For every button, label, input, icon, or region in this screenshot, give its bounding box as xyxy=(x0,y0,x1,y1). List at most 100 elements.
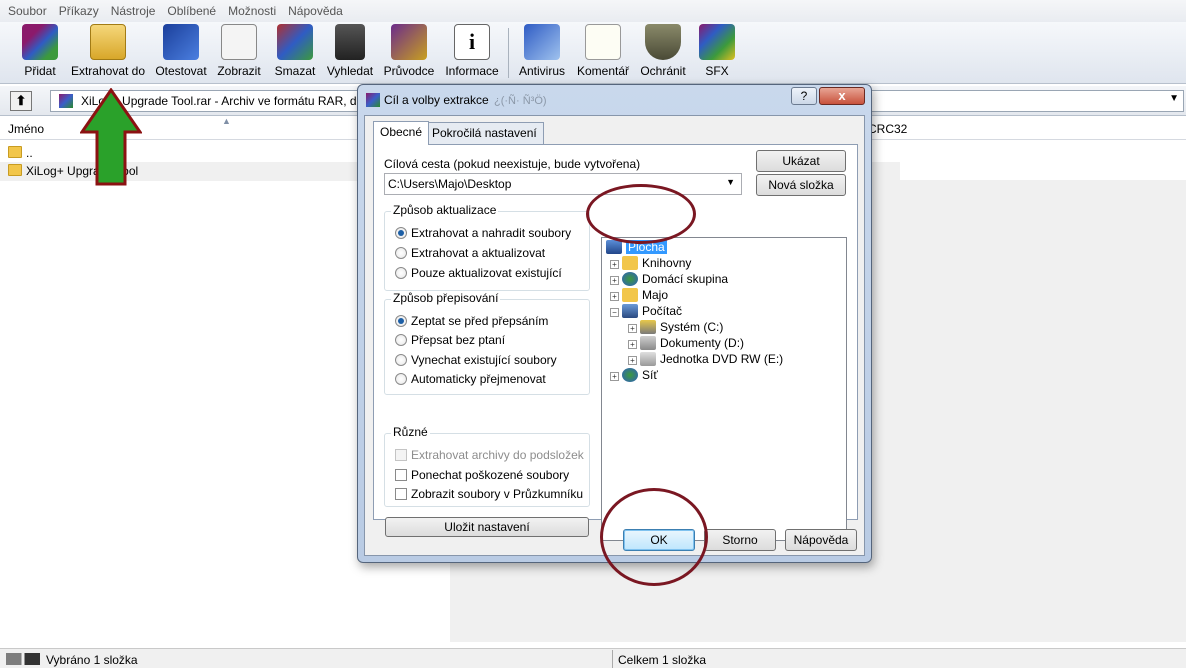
antivirus-icon xyxy=(524,24,560,60)
destination-path-value: C:\Users\Majo\Desktop xyxy=(388,177,512,191)
winrar-icon xyxy=(366,93,380,107)
destination-path-combo[interactable]: C:\Users\Majo\Desktop ▼ xyxy=(384,173,742,195)
folder-up-icon xyxy=(8,146,22,158)
close-icon: x xyxy=(838,88,846,103)
save-settings-button[interactable]: Uložit nastavení xyxy=(385,517,589,537)
radio-icon xyxy=(395,373,407,385)
tree-node-user[interactable]: + Majo xyxy=(610,288,668,302)
tree-node-homegroup[interactable]: + Domácí skupina xyxy=(610,272,728,286)
checkbox-extract-subfolders[interactable]: Extrahovat archivy do podsložek xyxy=(395,448,584,462)
radio-skip-existing[interactable]: Vynechat existující soubory xyxy=(395,353,557,367)
menu-nastroje[interactable]: Nástroje xyxy=(105,4,162,18)
menu-moznosti[interactable]: Možnosti xyxy=(222,4,282,18)
libraries-icon xyxy=(622,256,638,270)
radio-extract-replace[interactable]: Extrahovat a nahradit soubory xyxy=(395,226,571,240)
overwrite-mode-title: Způsob přepisování xyxy=(391,291,501,305)
cancel-button[interactable]: Storno xyxy=(704,529,776,551)
tree-node-network[interactable]: + Síť xyxy=(610,368,658,382)
status-selected: Vybráno 1 složka xyxy=(46,653,138,667)
view-button[interactable]: Zobrazit xyxy=(216,24,262,78)
desktop-icon xyxy=(606,240,622,254)
up-one-level-button[interactable]: ⬆ xyxy=(10,91,32,111)
status-bar: Vybráno 1 složka Celkem 1 složka xyxy=(0,648,1186,668)
test-button[interactable]: Otestovat xyxy=(154,24,208,78)
help-button[interactable]: Nápověda xyxy=(785,529,857,551)
expand-icon: + xyxy=(628,324,637,333)
hard-drive-icon xyxy=(640,336,656,350)
menu-prikazy[interactable]: Příkazy xyxy=(53,4,105,18)
status-divider xyxy=(612,650,613,668)
new-folder-button[interactable]: Nová složka xyxy=(756,174,846,196)
delete-button[interactable]: Smazat xyxy=(273,24,317,78)
menu-oblibene[interactable]: Oblíbené xyxy=(161,4,222,18)
column-crc-header[interactable]: CRC32 xyxy=(868,122,907,136)
status-total: Celkem 1 složka xyxy=(618,653,707,667)
radio-overwrite-without[interactable]: Přepsat bez ptaní xyxy=(395,333,505,347)
show-button[interactable]: Ukázat xyxy=(756,150,846,172)
expand-icon: + xyxy=(628,340,637,349)
delete-icon xyxy=(277,24,313,60)
radio-auto-rename[interactable]: Automaticky přejmenovat xyxy=(395,372,546,386)
comment-button[interactable]: Komentář xyxy=(575,24,631,78)
system-drive-icon xyxy=(640,320,656,334)
dialog-title-ghost: ¿(·Ñ· Ñ³Ö) xyxy=(494,95,547,107)
tree-node-drive-c[interactable]: + Systém (C:) xyxy=(628,320,723,334)
find-button[interactable]: Vyhledat xyxy=(325,24,375,78)
info-button[interactable]: i Informace xyxy=(443,24,501,78)
radio-extract-update[interactable]: Extrahovat a aktualizovat xyxy=(395,246,545,260)
help-title-button[interactable]: ? xyxy=(791,87,817,105)
menu-napoveda[interactable]: Nápověda xyxy=(282,4,349,18)
radio-icon xyxy=(395,267,407,279)
menu-soubor[interactable]: Soubor xyxy=(2,4,53,18)
checkbox-icon xyxy=(395,449,407,461)
highlight-circle-ok xyxy=(600,488,708,586)
tab-general[interactable]: Obecné xyxy=(373,121,430,145)
radio-ask-before[interactable]: Zeptat se před přepsáním xyxy=(395,314,548,328)
folder-icon xyxy=(8,164,22,176)
test-archive-icon xyxy=(163,24,199,60)
computer-icon xyxy=(622,304,638,318)
wizard-icon xyxy=(391,24,427,60)
extract-to-button[interactable]: Extrahovat do xyxy=(70,24,146,78)
radio-update-existing[interactable]: Pouze aktualizovat existující xyxy=(395,266,562,280)
chevron-down-icon[interactable]: ▼ xyxy=(1169,93,1179,104)
extraction-dialog: Cíl a volby extrakce ¿(·Ñ· Ñ³Ö) ? x Obec… xyxy=(357,84,872,563)
collapse-icon: − xyxy=(610,308,619,317)
dialog-title: Cíl a volby extrakce xyxy=(384,93,489,107)
protect-button[interactable]: Ochránit xyxy=(638,24,688,78)
tree-node-computer[interactable]: − Počítač xyxy=(610,304,682,318)
expand-icon: + xyxy=(610,292,619,301)
toolbar-separator xyxy=(508,28,509,78)
checkbox-icon xyxy=(395,469,407,481)
view-glasses-icon xyxy=(221,24,257,60)
network-icon xyxy=(622,368,638,382)
user-folder-icon xyxy=(622,288,638,302)
tree-node-drive-d[interactable]: + Dokumenty (D:) xyxy=(628,336,744,350)
radio-icon xyxy=(395,354,407,366)
destination-label: Cílová cesta (pokud neexistuje, bude vyt… xyxy=(384,157,641,171)
protect-shield-icon xyxy=(645,24,681,60)
sfx-icon xyxy=(699,24,735,60)
sort-ascending-icon: ▲ xyxy=(222,116,231,126)
misc-title: Různé xyxy=(391,425,430,439)
chevron-down-icon: ▼ xyxy=(726,177,735,187)
tab-advanced[interactable]: Pokročilá nastavení xyxy=(425,122,544,144)
add-archive-icon xyxy=(22,24,58,60)
radio-icon xyxy=(395,334,407,346)
homegroup-icon xyxy=(622,272,638,286)
column-name-header[interactable]: Jméno xyxy=(8,122,44,136)
checkbox-keep-broken[interactable]: Ponechat poškozené soubory xyxy=(395,468,569,482)
tree-node-drive-e[interactable]: + Jednotka DVD RW (E:) xyxy=(628,352,783,366)
wizard-button[interactable]: Průvodce xyxy=(382,24,436,78)
add-button[interactable]: Přidat xyxy=(18,24,62,78)
sfx-button[interactable]: SFX xyxy=(697,24,737,78)
comment-icon xyxy=(585,24,621,60)
antivirus-button[interactable]: Antivirus xyxy=(516,24,568,78)
highlight-circle-desktop xyxy=(586,184,696,244)
tree-node-libraries[interactable]: + Knihovny xyxy=(610,256,691,270)
checkbox-show-explorer[interactable]: Zobrazit soubory v Průzkumníku xyxy=(395,487,583,501)
find-binoculars-icon xyxy=(335,24,365,60)
radio-icon xyxy=(395,227,407,239)
close-button[interactable]: x xyxy=(819,87,865,105)
expand-icon: + xyxy=(610,260,619,269)
